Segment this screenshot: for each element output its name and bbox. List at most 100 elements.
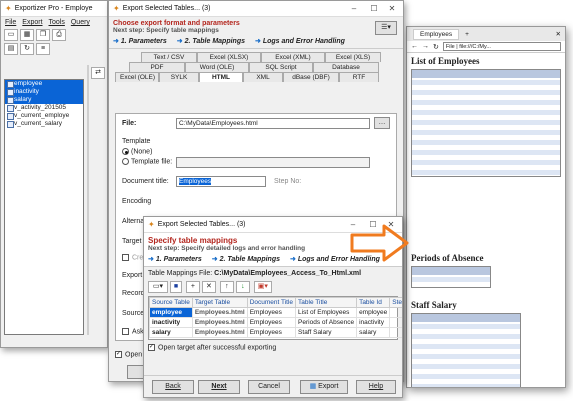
table-row[interactable]: employee Employees.html Employees List o… <box>149 307 402 318</box>
cell-table-title[interactable]: Staff Salary <box>295 327 358 338</box>
tab-html[interactable]: HTML <box>199 72 243 82</box>
browse-button[interactable]: … <box>374 117 390 129</box>
back-icon[interactable]: ← <box>411 43 418 50</box>
cell-table-title[interactable]: List of Employees <box>295 307 358 318</box>
step-mappings[interactable]: ➜ 2. Table Mappings <box>212 255 280 263</box>
tab-sylk[interactable]: SYLK <box>159 72 199 82</box>
forward-icon[interactable]: → <box>422 43 429 50</box>
tab-text-csv[interactable]: Text / CSV <box>141 52 197 62</box>
cell-table-id[interactable]: inactivity <box>356 317 391 328</box>
open-icon[interactable]: ▭ <box>4 29 18 41</box>
add-icon[interactable]: + <box>185 281 200 293</box>
cell-target[interactable]: Employees.html <box>191 327 248 338</box>
close-icon[interactable]: ✕ <box>556 30 561 38</box>
tab-excel-xls[interactable]: Excel (XLS) <box>325 52 381 62</box>
cell-step-no[interactable]: 1 <box>389 327 402 338</box>
move-down-icon[interactable]: ↓ <box>235 281 250 293</box>
col-table-title[interactable]: Table Title <box>295 297 358 308</box>
menu-export[interactable]: Export <box>22 19 42 26</box>
tab-excel-ole[interactable]: Excel (OLE) <box>115 72 159 82</box>
browser-tab[interactable]: Employees <box>413 28 460 40</box>
cell-doc-title[interactable]: Employees <box>246 317 297 328</box>
list-item[interactable]: v_current_salary <box>5 120 83 128</box>
main-toolbar: ▭ ▦ ❐ ⎙ <box>1 28 107 42</box>
open-file-icon[interactable]: ▭▾ <box>148 281 168 293</box>
tab-database[interactable]: Database <box>313 62 379 72</box>
cell-source[interactable]: inactivity <box>149 317 193 328</box>
print-icon[interactable]: ⎙ <box>52 29 66 41</box>
tables-icon[interactable]: ▤ <box>4 43 18 55</box>
side-tool-icon[interactable]: ⇄ <box>91 67 105 79</box>
address-bar[interactable]: File | file:///C:/My... <box>442 42 561 51</box>
col-step-no[interactable]: Step No <box>389 297 402 308</box>
mappings-file-value[interactable]: C:\MyData\Employees_Access_To_Html.xml <box>214 270 361 277</box>
list-item[interactable]: v_activity_201505 <box>5 104 83 112</box>
refresh-icon[interactable]: ↻ <box>20 43 34 55</box>
template-file-radio[interactable]: Template file: <box>122 158 172 165</box>
table-row[interactable]: inactivity Employees.html Employees Peri… <box>149 317 402 328</box>
step-parameters[interactable]: ➜ 1. Parameters <box>148 255 202 263</box>
tools-icon[interactable]: ▣▾ <box>253 281 272 293</box>
open-target-checkbox[interactable]: ✓ Open target after successful exporting <box>144 342 402 353</box>
new-tab-icon[interactable]: + <box>465 31 469 38</box>
tab-excel-xml[interactable]: Excel (XML) <box>261 52 325 62</box>
cell-table-id[interactable]: salary <box>356 327 391 338</box>
cell-doc-title[interactable]: Employees <box>246 307 297 318</box>
help-button[interactable]: Help <box>356 380 396 394</box>
menu-query[interactable]: Query <box>71 19 90 26</box>
file-path-input[interactable]: C:\MyData\Employees.html <box>176 118 370 129</box>
cell-step-no[interactable]: 1 <box>389 307 402 318</box>
list-item[interactable]: inactivity <box>5 88 83 96</box>
col-document-title[interactable]: Document Title <box>246 297 297 308</box>
maximize-icon[interactable]: ☐ <box>365 1 383 17</box>
mappings-table: Source Table Target Table Document Title… <box>148 296 402 340</box>
tab-excel-xlsx[interactable]: Excel (XLSX) <box>197 52 261 62</box>
export-button[interactable]: ▦ Export <box>300 380 348 394</box>
cell-source[interactable]: employee <box>149 307 193 318</box>
col-table-id[interactable]: Table Id <box>356 297 391 308</box>
list-item[interactable]: salary <box>5 96 83 104</box>
close-icon[interactable]: ✕ <box>383 1 401 17</box>
cancel-button[interactable]: Cancel <box>248 380 290 394</box>
open-target-checkbox-1[interactable]: ✓ Open t <box>115 351 146 358</box>
tab-dbase[interactable]: dBase (DBF) <box>283 72 339 82</box>
list-item[interactable]: v_current_employe <box>5 112 83 120</box>
delete-icon[interactable]: ✕ <box>201 281 216 293</box>
cell-source[interactable]: salary <box>149 327 193 338</box>
menu-tools[interactable]: Tools <box>49 19 65 26</box>
tab-word-ole[interactable]: Word (OLE) <box>185 62 249 72</box>
cell-doc-title[interactable]: Employees <box>246 327 297 338</box>
col-source-table[interactable]: Source Table <box>149 297 193 308</box>
tab-sql-script[interactable]: SQL Script <box>249 62 313 72</box>
table-row[interactable]: salary Employees.html Employees Staff Sa… <box>149 327 402 338</box>
minimize-icon[interactable]: – <box>345 1 363 17</box>
list-item[interactable]: employee <box>5 80 83 88</box>
back-button[interactable]: Back <box>152 380 194 394</box>
step-mappings[interactable]: ➜ 2. Table Mappings <box>177 37 245 45</box>
cell-step-no[interactable]: 1 <box>389 317 402 328</box>
options-button[interactable]: ☰▾ <box>375 21 397 35</box>
tab-rtf[interactable]: RTF <box>339 72 379 82</box>
reload-icon[interactable]: ↻ <box>433 43 439 51</box>
menu-file[interactable]: File <box>5 19 16 26</box>
doc-title-input[interactable]: Employees <box>176 176 266 187</box>
dialog1-title: Export Selected Tables... (3) <box>122 5 211 12</box>
filter-icon[interactable]: ≡ <box>36 43 50 55</box>
template-none-radio[interactable]: (None) <box>122 148 152 155</box>
move-up-icon[interactable]: ↑ <box>219 281 234 293</box>
tab-pdf[interactable]: PDF <box>129 62 185 72</box>
tab-xml[interactable]: XML <box>243 72 283 82</box>
save-icon[interactable]: ■ <box>170 281 182 293</box>
col-target-table[interactable]: Target Table <box>191 297 248 308</box>
next-button[interactable]: Next <box>198 380 240 394</box>
template-file-input[interactable] <box>176 157 370 168</box>
step-logs[interactable]: ➜ Logs and Error Handling <box>255 37 345 45</box>
step-parameters[interactable]: ➜ 1. Parameters <box>113 37 167 45</box>
copy-icon[interactable]: ❐ <box>36 29 50 41</box>
grid-icon[interactable]: ▦ <box>20 29 34 41</box>
cell-target[interactable]: Employees.html <box>191 317 248 328</box>
cell-table-id[interactable]: employee <box>356 307 391 318</box>
cell-target[interactable]: Employees.html <box>191 307 248 318</box>
cell-table-title[interactable]: Periods of Absence <box>295 317 358 328</box>
splitter[interactable] <box>87 65 89 335</box>
